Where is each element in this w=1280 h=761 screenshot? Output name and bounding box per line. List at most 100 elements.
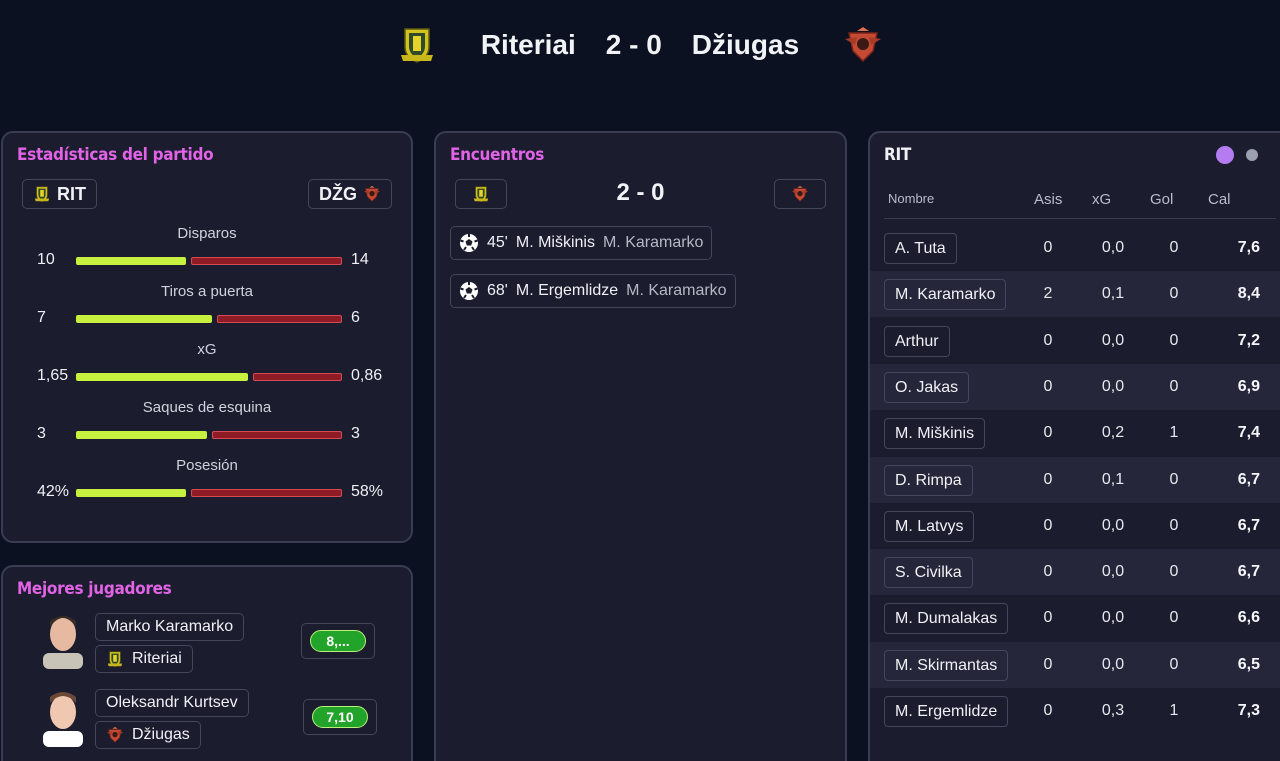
lineup-team-title: RIT — [884, 145, 911, 165]
player-rating: 7,6 — [1237, 239, 1260, 256]
column-header-assists: Asis — [1034, 191, 1063, 208]
dziugas-crest-icon — [363, 185, 381, 203]
player-rating: 7,10 — [312, 706, 368, 728]
home-team-chip[interactable]: RIT — [22, 179, 97, 209]
team-toggle-away[interactable] — [1246, 149, 1258, 161]
player-xg: 0,0 — [1101, 609, 1125, 626]
player-assists: 0 — [1043, 378, 1053, 395]
player-assists: 0 — [1043, 332, 1053, 349]
player-row[interactable]: O. Jakas 0 0,0 0 6,9 — [870, 364, 1280, 410]
column-header-xg: xG — [1092, 191, 1112, 208]
stat-label: Disparos — [177, 225, 237, 242]
player-goals: 0 — [1169, 656, 1179, 673]
player-goals: 0 — [1169, 285, 1179, 302]
stat-away-bar — [212, 431, 342, 439]
player-xg: 0,0 — [1101, 656, 1125, 673]
player-row[interactable]: A. Tuta 0 0,0 0 7,6 — [870, 225, 1280, 271]
stat-label: Tiros a puerta — [161, 283, 253, 300]
player-row[interactable]: M. Karamarko 2 0,1 0 8,4 — [870, 271, 1280, 317]
home-team-abbr: RIT — [57, 183, 86, 204]
player-rating: 6,7 — [1237, 563, 1260, 580]
player-row[interactable]: S. Civilka 0 0,0 0 6,7 — [870, 549, 1280, 595]
player-name-chip[interactable]: M. Skirmantas — [884, 650, 1009, 681]
player-row[interactable]: M. Ergemlidze 0 0,3 1 7,3 — [870, 688, 1280, 734]
player-team: Riteriai — [132, 650, 182, 667]
encounters-panel: Encuentros 2 - 0 45' M. Miškinis M. Kara… — [434, 131, 847, 761]
stat-home-bar — [76, 257, 186, 265]
home-team-name: Riteriai — [480, 29, 576, 60]
column-header-name: Nombre — [888, 191, 935, 206]
player-rating: 7,2 — [1237, 332, 1260, 349]
stat-home-value: 3 — [37, 425, 46, 442]
player-name-chip[interactable]: M. Dumalakas — [884, 603, 1009, 634]
player-name-chip[interactable]: M. Karamarko — [884, 279, 1007, 310]
player-name-chip[interactable]: M. Miškinis — [884, 418, 986, 449]
player-xg: 0,0 — [1101, 517, 1125, 534]
goal-event[interactable]: 45' M. Miškinis M. Karamarko — [450, 226, 713, 260]
away-team-chip[interactable]: DŽG — [308, 179, 392, 209]
riteriai-crest-icon — [397, 25, 437, 65]
player-name: Oleksandr Kurtsev — [106, 694, 238, 711]
player-row[interactable]: D. Rimpa 0 0,1 0 6,7 — [870, 457, 1280, 503]
stat-label: xG — [197, 341, 217, 358]
match-score: 2 - 0 — [605, 29, 662, 60]
player-rating-box: 8,... — [301, 623, 375, 659]
player-assists: 0 — [1043, 702, 1053, 719]
player-assists: 0 — [1043, 609, 1053, 626]
player-rating-box: 7,10 — [303, 699, 377, 735]
player-assists: 2 — [1043, 285, 1053, 302]
player-name-chip[interactable]: M. Ergemlidze — [884, 696, 1009, 727]
player-assists: 0 — [1043, 471, 1053, 488]
stat-home-value: 42% — [37, 483, 70, 500]
stat-home-bar — [76, 315, 212, 323]
stat-away-bar — [217, 315, 342, 323]
goal-minute: 45' — [487, 234, 508, 251]
player-xg: 0,3 — [1101, 702, 1125, 719]
player-team-chip: Džiugas — [95, 721, 201, 749]
team-toggle-home[interactable] — [1216, 146, 1234, 164]
stat-away-value: 3 — [351, 425, 360, 442]
player-name-chip[interactable]: M. Latvys — [884, 511, 975, 542]
goal-assist: M. Karamarko — [602, 234, 704, 251]
player-row[interactable]: M. Latvys 0 0,0 0 6,7 — [870, 503, 1280, 549]
soccer-ball-icon — [459, 281, 479, 301]
player-name-chip[interactable]: D. Rimpa — [884, 465, 973, 496]
goal-event[interactable]: 68' M. Ergemlidze M. Karamarko — [450, 274, 736, 308]
stat-away-value: 14 — [351, 251, 369, 268]
stat-home-bar — [76, 489, 186, 497]
player-name-chip[interactable]: S. Civilka — [884, 557, 973, 588]
player-xg: 0,0 — [1101, 239, 1125, 256]
player-xg: 0,2 — [1101, 424, 1125, 441]
away-team-name: Džiugas — [691, 29, 800, 60]
player-name-chip[interactable]: O. Jakas — [884, 372, 970, 403]
player-row[interactable]: M. Dumalakas 0 0,0 0 6,6 — [870, 595, 1280, 641]
player-rating: 7,3 — [1237, 702, 1260, 719]
player-name-chip[interactable]: A. Tuta — [884, 233, 957, 264]
player-rating: 6,5 — [1237, 656, 1260, 673]
player-goals: 0 — [1169, 563, 1179, 580]
player-xg: 0,0 — [1101, 378, 1125, 395]
stat-home-value: 10 — [37, 251, 55, 268]
goal-assist: M. Karamarko — [626, 282, 727, 299]
match-header: Riteriai 2 - 0 Džiugas — [0, 0, 1280, 90]
goal-scorer: M. Ergemlidze — [515, 282, 619, 299]
player-name-chip: Oleksandr Kurtsev — [95, 689, 249, 717]
player-rating: 6,6 — [1237, 609, 1260, 626]
riteriai-crest-icon — [106, 650, 124, 668]
player-rating: 8,... — [310, 630, 366, 652]
stat-home-bar — [76, 431, 207, 439]
dziugas-crest-icon — [843, 25, 883, 65]
away-team-abbr: DŽG — [319, 183, 357, 204]
player-avatar — [43, 692, 83, 747]
player-row[interactable]: M. Skirmantas 0 0,0 0 6,5 — [870, 642, 1280, 688]
dziugas-crest-icon — [791, 185, 809, 203]
away-team-chip[interactable] — [774, 179, 826, 209]
player-row[interactable]: Arthur 0 0,0 0 7,2 — [870, 318, 1280, 364]
goal-minute: 68' — [487, 282, 508, 299]
player-name-chip[interactable]: Arthur — [884, 326, 950, 357]
encounters-title: Encuentros — [450, 145, 545, 165]
player-assists: 0 — [1043, 424, 1053, 441]
player-row[interactable]: M. Miškinis 0 0,2 1 7,4 — [870, 410, 1280, 456]
match-stats-panel: Estadísticas del partido RIT DŽG Disparo… — [1, 131, 413, 543]
player-goals: 1 — [1169, 702, 1179, 719]
